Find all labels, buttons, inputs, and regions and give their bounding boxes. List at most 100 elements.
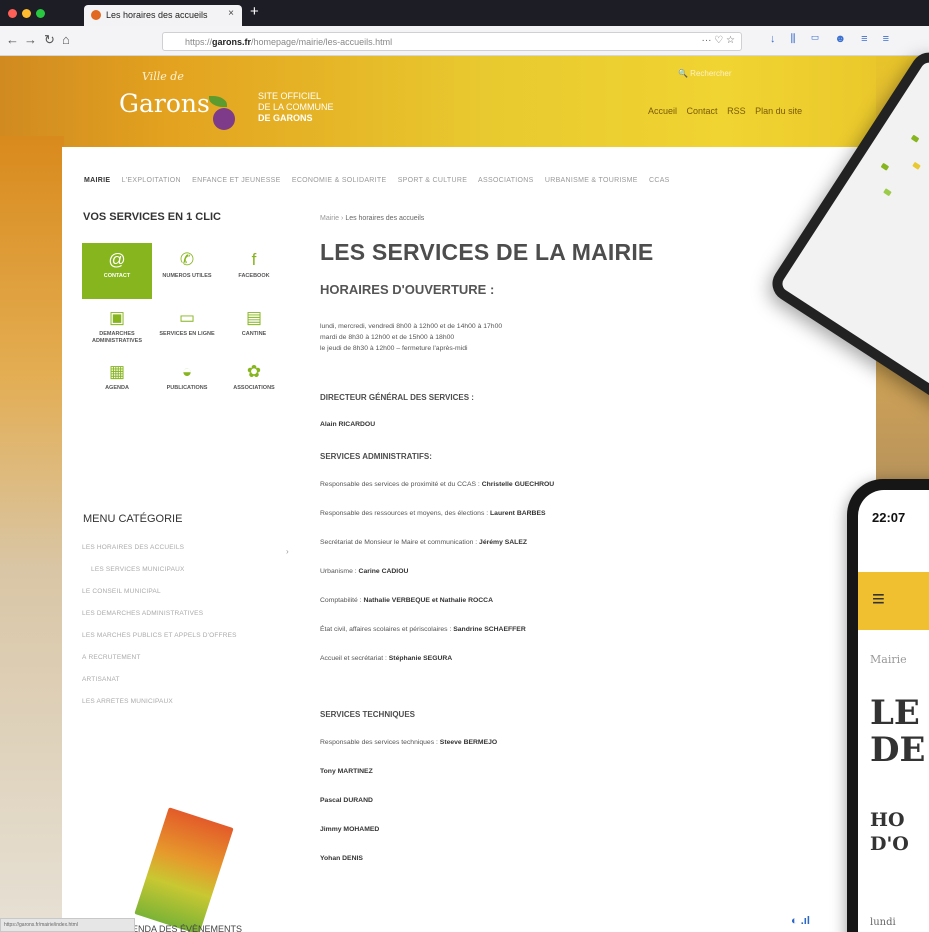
- menu-item[interactable]: LES SERVICES MUNICIPAUX: [79, 566, 284, 588]
- person-name: Sandrine SCHAEFFER: [453, 626, 526, 633]
- favicon-icon: [91, 10, 101, 20]
- service-agenda-button[interactable]: ▦ AGENDA: [82, 355, 152, 411]
- menu-item[interactable]: LES MARCHÉS PUBLICS ET APPELS D'OFFRES: [79, 632, 284, 654]
- person-name: Jimmy MOHAMED: [320, 826, 380, 833]
- breadcrumb-current: Les horaires des accueils: [345, 215, 425, 222]
- minimize-window-button[interactable]: [22, 9, 31, 18]
- mainnav-item[interactable]: SPORT & CULTURE: [398, 177, 467, 184]
- agenda-brochure-image[interactable]: [134, 807, 234, 932]
- topnav-contact[interactable]: Contact: [687, 106, 718, 116]
- menu-item[interactable]: LES HORAIRES DES ACCUEILS: [79, 544, 284, 566]
- menu-categorie-title: MENU CATÉGORIE: [83, 513, 183, 525]
- service-numeros-utiles-button[interactable]: ✆ NUMEROS UTILES: [152, 243, 222, 299]
- menu-item[interactable]: À RECRUTEMENT: [79, 654, 284, 676]
- url-prefix: https://: [185, 37, 213, 47]
- category-menu: LES HORAIRES DES ACCUEILS LES SERVICES M…: [79, 544, 284, 720]
- calendar-icon: ▦: [108, 362, 126, 381]
- phone-mockup: 22:07 ≡ Mairie LE DE HO D'O lundi: [847, 479, 929, 932]
- person-name: Stéphanie SEGURA: [388, 655, 453, 662]
- topnav-rss[interactable]: RSS: [727, 106, 746, 116]
- dgs-name: Alain RICARDOU: [320, 421, 375, 428]
- phone-subtitle-line: HO: [870, 809, 905, 831]
- mainnav-item[interactable]: ÉCONOMIE & SOLIDARITÉ: [292, 177, 387, 184]
- service-label: CONTACT: [103, 273, 131, 279]
- url-bar[interactable]: https://garons.fr/homepage/mairie/les-ac…: [162, 32, 742, 51]
- mainnav-item[interactable]: ASSOCIATIONS: [478, 177, 534, 184]
- breadcrumb-mairie[interactable]: Mairie: [320, 215, 339, 222]
- main-nav: MAIRIE L'EXPLOITATION ENFANCE ET JEUNESS…: [84, 177, 844, 184]
- role-label: Secrétariat de Monsieur le Maire et comm…: [320, 539, 478, 546]
- document-icon: ▣: [108, 308, 126, 327]
- service-label: SERVICES EN LIGNE: [159, 331, 215, 337]
- service-demarches-button[interactable]: ▣ DEMARCHES ADMINISTRATIVES: [82, 301, 152, 357]
- site-logo[interactable]: Ville de Garons: [105, 71, 240, 134]
- mainnav-item[interactable]: L'EXPLOITATION: [122, 177, 181, 184]
- admin-line: État civil, affaires scolaires et périsc…: [320, 626, 526, 633]
- person-name: Laurent BARBES: [490, 510, 546, 517]
- cantine-icon: ▤: [245, 308, 263, 327]
- agenda-label[interactable]: AGENDA DES ÉVÈNEMENTS: [119, 924, 242, 932]
- phone-breadcrumb: Mairie: [870, 653, 907, 666]
- zoom-window-button[interactable]: [36, 9, 45, 18]
- role-label: Urbanisme :: [320, 568, 357, 575]
- mainnav-item[interactable]: ENFANCE ET JEUNESSE: [192, 177, 280, 184]
- service-contact-button[interactable]: @ CONTACT: [82, 243, 152, 299]
- service-en-ligne-button[interactable]: ▭ SERVICES EN LIGNE: [152, 301, 222, 357]
- service-facebook-button[interactable]: f FACEBOOK: [219, 243, 289, 299]
- url-path: /homepage/mairie/les-accueils.html: [251, 37, 393, 47]
- reload-icon[interactable]: ↻: [44, 32, 55, 48]
- dgs-heading: DIRECTEUR GÉNÉRAL DES SERVICES :: [320, 393, 474, 402]
- service-label: CANTINE: [241, 331, 267, 337]
- logo-garons: Garons: [119, 89, 210, 118]
- mainnav-item[interactable]: CCAS: [649, 177, 670, 184]
- service-cantine-button[interactable]: ▤ CANTINE: [219, 301, 289, 357]
- toolbar-icons[interactable]: ↓ ⫼ ▭ ☻ ≡ ≡: [770, 33, 895, 46]
- phone-body-text: lundi: [870, 917, 896, 928]
- leaf-icon: [209, 96, 227, 107]
- tab-close-button[interactable]: ×: [228, 8, 234, 19]
- laptop-icon: ▭: [178, 308, 196, 327]
- admin-line: Accueil et secrétariat : Stéphanie SEGUR…: [320, 655, 452, 662]
- hours-heading: HORAIRES D'OUVERTURE :: [320, 282, 495, 297]
- person-name: Christelle GUECHROU: [481, 481, 555, 488]
- menu-item[interactable]: ARTISANAT: [79, 676, 284, 698]
- tablet-service-icon: [910, 134, 920, 143]
- system-tray-icons[interactable]: ◐ .ıl: [791, 915, 851, 932]
- admin-line: Urbanisme : Carine CADIOU: [320, 568, 408, 575]
- screenshot-stage: Les horaires des accueils × + ← → ↻ ⌂ ht…: [0, 0, 929, 932]
- admin-line: Responsable des services de proximité et…: [320, 481, 554, 488]
- at-icon: @: [108, 250, 126, 269]
- topnav-plan-du-site[interactable]: Plan du site: [755, 106, 802, 116]
- chevron-icon[interactable]: ›: [286, 547, 289, 556]
- header-search[interactable]: 🔍 Rechercher: [678, 69, 732, 78]
- phone-title-line: DE: [870, 730, 926, 770]
- hours-line: le jeudi de 8h30 à 12h00 – fermeture l'a…: [320, 345, 468, 352]
- forward-icon[interactable]: →: [24, 32, 37, 47]
- role-label: Comptabilité :: [320, 597, 362, 604]
- new-tab-button[interactable]: +: [250, 3, 259, 20]
- mainnav-item[interactable]: URBANISME & TOURISME: [545, 177, 638, 184]
- person-name: Jérémy SALEZ: [479, 539, 528, 546]
- role-label: Accueil et secrétariat :: [320, 655, 387, 662]
- url-domain: garons.fr: [212, 37, 252, 47]
- topnav-accueil[interactable]: Accueil: [648, 106, 677, 116]
- service-publications-button[interactable]: ◒ PUBLICATIONS: [152, 355, 222, 411]
- hamburger-menu-icon[interactable]: ≡: [872, 586, 885, 612]
- menu-item[interactable]: LES ARRÊTÉS MUNICIPAUX: [79, 698, 284, 720]
- admin-line: Responsable des ressources et moyens, de…: [320, 510, 546, 517]
- service-associations-button[interactable]: ✿ ASSOCIATIONS: [219, 355, 289, 411]
- service-label: NUMEROS UTILES: [162, 273, 212, 279]
- tagline-line-3: DE GARONS: [258, 113, 313, 123]
- person-name: Alain RICARDOU: [320, 421, 376, 428]
- tab-title: Les horaires des accueils: [106, 10, 208, 20]
- menu-item[interactable]: LE CONSEIL MUNICIPAL: [79, 588, 284, 610]
- browser-tab[interactable]: Les horaires des accueils ×: [84, 5, 242, 26]
- menu-item[interactable]: LES DEMARCHES ADMINISTRATIVES: [79, 610, 284, 632]
- page-actions-icon[interactable]: ··· ♡ ☆: [702, 35, 735, 46]
- mainnav-mairie[interactable]: MAIRIE: [84, 177, 110, 184]
- home-icon[interactable]: ⌂: [62, 32, 70, 47]
- back-icon[interactable]: ←: [6, 32, 19, 47]
- role-label: État civil, affaires scolaires et périsc…: [320, 626, 452, 633]
- close-window-button[interactable]: [8, 9, 17, 18]
- content-card: MAIRIE L'EXPLOITATION ENFANCE ET JEUNESS…: [62, 147, 876, 932]
